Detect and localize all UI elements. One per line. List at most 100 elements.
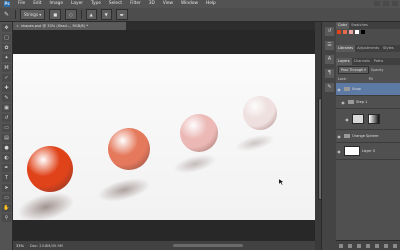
brush-tool-icon[interactable]: ✎: [2, 94, 11, 102]
lasso-tool-icon[interactable]: ✿: [2, 44, 11, 52]
status-bar: 33% Doc: 23.8M/45.9M: [13, 240, 315, 250]
document-canvas[interactable]: [13, 54, 315, 220]
healing-tool-icon[interactable]: ✚: [2, 84, 11, 92]
zoom-level[interactable]: 33%: [16, 244, 24, 248]
visibility-eye-icon[interactable]: ◉: [340, 100, 346, 105]
document-tab-title: shapes.psd @ 33% (Shad..., RGB/8) *: [21, 24, 89, 28]
option-toggle-1[interactable]: ■: [49, 9, 62, 20]
brush-panel-icon[interactable]: ✎: [325, 83, 334, 92]
tab-channels[interactable]: Channels: [352, 58, 372, 65]
eyedropper-tool-icon[interactable]: ✓: [2, 74, 11, 82]
tools-panel: ✥ □ ✿ ✦ ⌘ ✓ ✚ ✎ ▣ ↺ ▭ ▤ ● ◐ ✒ T ➤ ▭ ✋ ⚲: [0, 22, 13, 250]
swatch[interactable]: [349, 30, 353, 34]
shape-tool-icon[interactable]: ▭: [2, 194, 11, 202]
layer-name: Snap: [352, 87, 361, 91]
history-brush-tool-icon[interactable]: ↺: [2, 114, 11, 122]
link-layers-icon[interactable]: [338, 243, 343, 248]
option-toggle-5[interactable]: ▬: [115, 9, 128, 20]
type-tool-icon[interactable]: T: [2, 174, 11, 182]
menu-filter[interactable]: Filter: [126, 0, 145, 8]
tab-styles[interactable]: Styles: [381, 45, 396, 52]
new-group-icon[interactable]: [375, 243, 380, 248]
sphere-pale[interactable]: [243, 96, 277, 130]
preset-dropdown[interactable]: Strings ▾: [20, 9, 46, 20]
blur-tool-icon[interactable]: ●: [2, 144, 11, 152]
canvas-workspace[interactable]: [13, 30, 315, 240]
visibility-eye-icon[interactable]: ◉: [336, 149, 342, 154]
close-tab-icon[interactable]: ×: [16, 24, 19, 28]
layer-row-image[interactable]: ◉: [336, 109, 400, 130]
menu-view[interactable]: View: [159, 0, 177, 8]
document-tab[interactable]: × shapes.psd @ 33% (Shad..., RGB/8) *: [13, 22, 126, 30]
new-layer-icon[interactable]: [384, 243, 389, 248]
opacity-label: Opacity: [370, 67, 384, 72]
gradient-tool-icon[interactable]: ▤: [2, 134, 11, 142]
layer-name: Orange Sphere: [352, 134, 379, 138]
tab-layers[interactable]: Layers: [336, 58, 352, 65]
menu-bar: Ps File Edit Image Layer Type Select Fil…: [0, 0, 400, 8]
blend-mode-dropdown[interactable]: Pass Through ▾: [338, 65, 369, 74]
menu-3d[interactable]: 3D: [145, 0, 159, 8]
menu-type[interactable]: Type: [87, 0, 105, 8]
pen-tool-icon[interactable]: ✒: [2, 164, 11, 172]
menu-select[interactable]: Select: [105, 0, 126, 8]
adjustment-layer-icon[interactable]: [365, 243, 370, 248]
swatch[interactable]: [343, 30, 347, 34]
sphere-orange[interactable]: [27, 146, 73, 192]
eraser-tool-icon[interactable]: ▭: [2, 124, 11, 132]
fx-icon[interactable]: [347, 243, 352, 248]
stamp-tool-icon[interactable]: ▣: [2, 104, 11, 112]
layer-row-step1[interactable]: ◉ Step 1: [336, 96, 400, 109]
dodge-tool-icon[interactable]: ◐: [2, 154, 11, 162]
trash-icon[interactable]: [393, 243, 398, 248]
app-logo-label: Ps: [4, 1, 10, 7]
visibility-eye-icon[interactable]: ◉: [344, 117, 350, 122]
menu-image[interactable]: Image: [46, 0, 67, 8]
tab-paths[interactable]: Paths: [372, 58, 386, 65]
horizontal-scrollbar[interactable]: [173, 244, 243, 247]
zoom-tool-icon[interactable]: ⚲: [2, 214, 11, 222]
crop-tool-icon[interactable]: ⌘: [2, 64, 11, 72]
option-toggle-3[interactable]: ▲: [85, 9, 97, 20]
swatches-area[interactable]: [336, 29, 400, 45]
visibility-eye-icon[interactable]: ◉: [336, 87, 342, 92]
option-toggle-2[interactable]: ○: [65, 9, 77, 20]
blend-row: Pass Through ▾ Opacity: [336, 65, 400, 74]
layer-row-orange-sphere[interactable]: ◉ Orange Sphere: [336, 130, 400, 143]
sphere-shadow: [95, 173, 153, 207]
layer-row-snap[interactable]: ◉ Snap: [336, 83, 400, 96]
tab-color[interactable]: Color: [336, 22, 350, 29]
mask-icon[interactable]: [356, 243, 361, 248]
close-window-button[interactable]: [392, 1, 398, 6]
swatch[interactable]: [361, 30, 365, 34]
minimize-button[interactable]: [374, 1, 380, 6]
option-toggle-4[interactable]: ▼: [100, 9, 112, 20]
maximize-button[interactable]: [383, 1, 389, 6]
path-selection-tool-icon[interactable]: ➤: [2, 184, 11, 192]
sphere-light-orange[interactable]: [108, 128, 150, 170]
sphere-pink[interactable]: [180, 114, 218, 152]
menu-edit[interactable]: Edit: [29, 0, 45, 8]
paragraph-panel-icon[interactable]: ¶: [325, 69, 334, 78]
current-tool-icon[interactable]: ✎: [2, 10, 11, 19]
properties-panel-icon[interactable]: ☰: [325, 41, 334, 50]
menu-help[interactable]: Help: [202, 0, 220, 8]
tab-swatches[interactable]: Swatches: [349, 22, 370, 29]
character-panel-icon[interactable]: A: [325, 55, 334, 64]
magic-wand-tool-icon[interactable]: ✦: [2, 54, 11, 62]
marquee-tool-icon[interactable]: □: [2, 34, 11, 42]
menu-layer[interactable]: Layer: [67, 0, 87, 8]
tab-adjustments[interactable]: Adjustments: [355, 45, 381, 52]
menu-file[interactable]: File: [14, 0, 29, 8]
layer-thumbnail: [352, 114, 364, 124]
swatch[interactable]: [355, 30, 359, 34]
move-tool-icon[interactable]: ✥: [2, 24, 11, 32]
menu-window[interactable]: Window: [177, 0, 202, 8]
hand-tool-icon[interactable]: ✋: [2, 204, 11, 212]
sphere-shadow: [14, 187, 78, 220]
history-panel-icon[interactable]: ↺: [325, 27, 334, 36]
layer-row-layer0[interactable]: ◉ Layer 0: [336, 143, 400, 160]
visibility-eye-icon[interactable]: ◉: [336, 134, 342, 139]
tab-libraries[interactable]: Libraries: [336, 45, 356, 52]
swatch[interactable]: [337, 30, 341, 34]
